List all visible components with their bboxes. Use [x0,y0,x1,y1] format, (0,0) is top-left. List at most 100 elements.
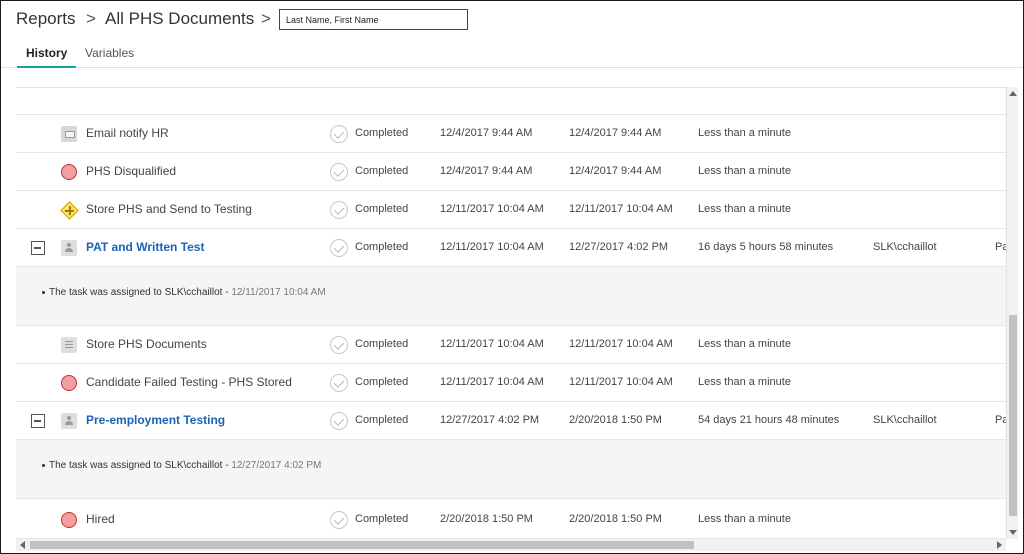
stop-event-icon [61,164,77,180]
started-time: 2/20/2018 1:50 PM [440,513,533,525]
user-task-icon [61,413,77,429]
duration: 16 days 5 hours 58 minutes [698,241,834,253]
mail-icon [61,126,77,142]
table-row[interactable]: Candidate Failed Testing - PHS Stored Co… [16,364,1006,402]
check-circle-icon [330,336,348,354]
collapse-toggle-icon[interactable] [31,414,45,428]
activity-link[interactable]: PAT and Written Test [86,240,204,254]
activity-name: PHS Disqualified [86,164,177,178]
tab-bar: History Variables [1,41,1023,68]
history-table: Email notify HR Completed 12/4/2017 9:44… [16,87,1006,539]
check-circle-icon [330,511,348,529]
status-text: Completed [355,203,409,215]
check-circle-icon [330,239,348,257]
completed-time: 2/20/2018 1:50 PM [569,414,662,426]
status-text: Completed [355,376,409,388]
completed-time: 12/11/2017 10:04 AM [569,338,673,350]
scroll-up-icon[interactable] [1009,91,1017,96]
check-circle-icon [330,201,348,219]
table-row-partial [16,88,1006,115]
scroll-left-icon[interactable] [20,541,25,549]
status-text: Completed [355,414,409,426]
name-input[interactable] [279,9,468,30]
check-circle-icon [330,374,348,392]
stop-event-icon [61,512,77,528]
duration: Less than a minute [698,127,791,139]
check-circle-icon [330,125,348,143]
assignment-time: 12/27/2017 4:02 PM [231,460,322,471]
started-time: 12/11/2017 10:04 AM [440,241,544,253]
activity-name: Candidate Failed Testing - PHS Stored [86,375,292,389]
report-window: Reports > All PHS Documents > History Va… [0,0,1024,554]
table-row[interactable]: PAT and Written Test Completed 12/11/201… [16,229,1006,267]
status-text: Completed [355,241,409,253]
assignment-text: The task was assigned to SLK\cchaillot - [49,460,232,471]
activity-name: Store PHS Documents [86,337,207,351]
assigned-user: SLK\cchaillot [873,241,937,253]
started-time: 12/11/2017 10:04 AM [440,203,544,215]
duration: 54 days 21 hours 48 minutes [698,414,840,426]
completed-time: 12/11/2017 10:04 AM [569,376,673,388]
user-task-icon [61,240,77,256]
truncated-column: Pa [995,414,1006,426]
started-time: 12/11/2017 10:04 AM [440,338,544,350]
chevron-right-icon: > [261,9,271,28]
duration: Less than a minute [698,376,791,388]
check-circle-icon [330,163,348,181]
scrollbar-thumb[interactable] [1009,315,1017,516]
scrollbar-thumb[interactable] [30,541,694,549]
completed-time: 2/20/2018 1:50 PM [569,513,662,525]
started-time: 12/4/2017 9:44 AM [440,165,533,177]
task-detail-panel: The task was assigned to SLK\cchaillot -… [16,267,1006,326]
collapse-toggle-icon[interactable] [31,241,45,255]
bullet-icon [42,290,45,294]
stop-event-icon [61,375,77,391]
started-time: 12/4/2017 9:44 AM [440,127,533,139]
table-row[interactable]: Hired Completed 2/20/2018 1:50 PM 2/20/2… [16,501,1006,539]
duration: Less than a minute [698,165,791,177]
tab-history[interactable]: History [17,46,77,68]
horizontal-scrollbar[interactable] [16,539,1006,551]
status-text: Completed [355,338,409,350]
assignment-note: The task was assigned to SLK\cchaillot -… [42,287,326,298]
started-time: 12/27/2017 4:02 PM [440,414,540,426]
status-text: Completed [355,165,409,177]
bullet-icon [42,463,45,467]
duration: Less than a minute [698,338,791,350]
status-text: Completed [355,513,409,525]
started-time: 12/11/2017 10:04 AM [440,376,544,388]
table-row[interactable]: Store PHS Documents Completed 12/11/2017… [16,326,1006,364]
activity-name: Hired [86,512,115,526]
assigned-user: SLK\cchaillot [873,414,937,426]
script-icon [61,337,77,353]
assignment-note: The task was assigned to SLK\cchaillot -… [42,460,321,471]
chevron-right-icon: > [86,9,96,28]
table-row[interactable]: PHS Disqualified Completed 12/4/2017 9:4… [16,153,1006,191]
completed-time: 12/27/2017 4:02 PM [569,241,669,253]
activity-name: Email notify HR [86,126,169,140]
breadcrumb-reports[interactable]: Reports [16,9,76,29]
status-text: Completed [355,127,409,139]
tab-variables[interactable]: Variables [76,46,143,68]
completed-time: 12/11/2017 10:04 AM [569,203,673,215]
assignment-text: The task was assigned to SLK\cchaillot - [49,287,232,298]
activity-name: Store PHS and Send to Testing [86,202,252,216]
scroll-down-icon[interactable] [1009,530,1017,535]
duration: Less than a minute [698,203,791,215]
page-title: All PHS Documents [105,9,255,28]
activity-link[interactable]: Pre-employment Testing [86,413,225,427]
completed-time: 12/4/2017 9:44 AM [569,127,662,139]
duration: Less than a minute [698,513,791,525]
task-detail-panel: The task was assigned to SLK\cchaillot -… [16,440,1006,499]
gateway-icon [60,201,79,220]
table-row[interactable]: Email notify HR Completed 12/4/2017 9:44… [16,115,1006,153]
check-circle-icon [330,412,348,430]
assignment-time: 12/11/2017 10:04 AM [231,287,326,298]
table-row[interactable]: Pre-employment Testing Completed 12/27/2… [16,402,1006,440]
completed-time: 12/4/2017 9:44 AM [569,165,662,177]
truncated-column: Pa [995,241,1006,253]
scroll-right-icon[interactable] [997,541,1002,549]
vertical-scrollbar[interactable] [1006,87,1018,539]
table-row[interactable]: Store PHS and Send to Testing Completed … [16,191,1006,229]
header: Reports > All PHS Documents > [1,1,1023,39]
